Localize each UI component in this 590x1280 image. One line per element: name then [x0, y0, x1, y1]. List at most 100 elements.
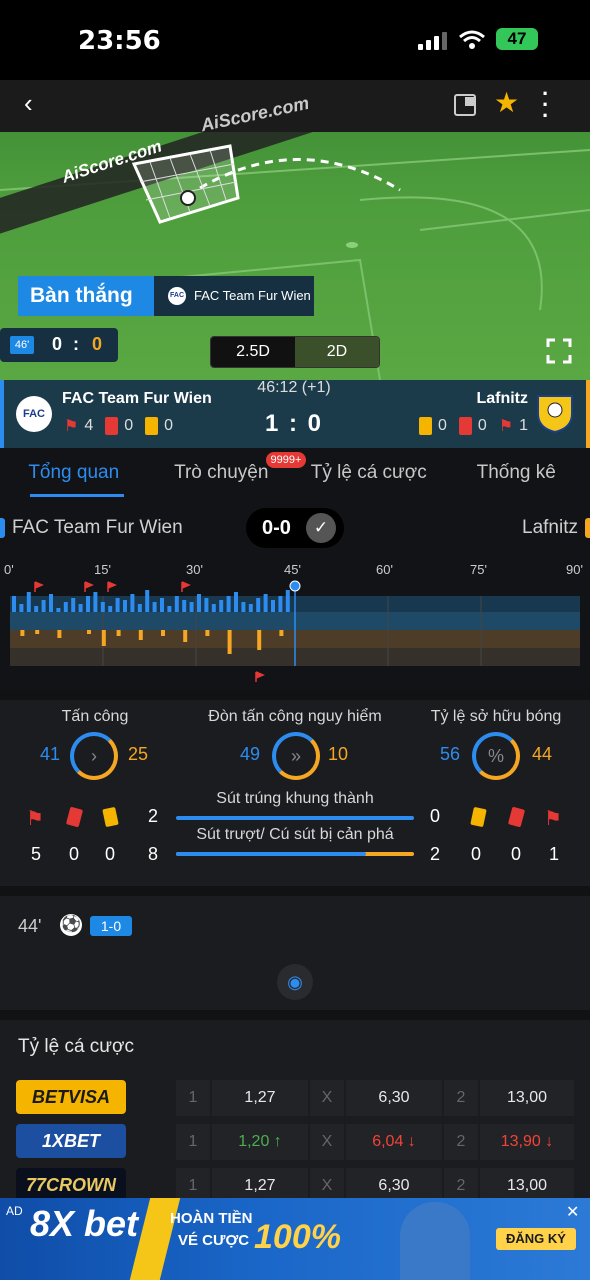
momentum-bar-home: [108, 606, 113, 612]
fullscreen-icon[interactable]: [546, 338, 572, 364]
possession-percent-icon: %: [472, 732, 520, 780]
odds-trend-icon: ↓: [545, 1133, 554, 1150]
tab-overview-label: Tổng quan: [28, 462, 120, 483]
favorite-star-icon[interactable]: ★: [494, 86, 519, 119]
wifi-icon: [459, 30, 485, 49]
attack-chevron-icon: ›: [70, 732, 118, 780]
momentum-bar-home: [63, 602, 68, 612]
away-yellow: 0: [437, 417, 447, 434]
odds-trend-icon: ↓: [407, 1133, 416, 1150]
ad-banner[interactable]: AD 8X bet HOÀN TIỀN VÉ CƯỢC 100% ĐĂNG KÝ…: [0, 1198, 590, 1280]
ad-register-button[interactable]: ĐĂNG KÝ: [496, 1228, 576, 1250]
odds-away[interactable]: 13,90 ↓: [480, 1124, 574, 1160]
tab-odds[interactable]: Tỷ lệ cá cược: [295, 448, 443, 500]
momentum-bar-home: [34, 606, 39, 612]
momentum-bar-home: [152, 602, 157, 612]
momentum-bar-home: [160, 598, 164, 612]
yellow-card-icon: [145, 417, 159, 435]
odds-home-value: 1,27: [244, 1177, 276, 1194]
odds-key-x: X: [310, 1124, 344, 1160]
corner-flag-icon: [84, 581, 94, 592]
tab-chat-label: Trò chuyện: [174, 462, 269, 483]
odds-draw[interactable]: 6,04 ↓: [346, 1124, 442, 1160]
pip-icon[interactable]: [454, 94, 476, 116]
tab-chat[interactable]: Trò chuyện 9999+: [148, 448, 307, 500]
attack-home: 41: [39, 744, 61, 764]
watermark-top: AiScore.com: [199, 92, 311, 136]
momentum-bar-home: [263, 594, 268, 612]
goal-event-team: FAC FAC Team Fur Wien: [154, 276, 314, 316]
momentum-bar-home: [204, 598, 209, 612]
odds-key-2: 2: [444, 1080, 478, 1116]
view-25d-button[interactable]: 2.5D: [211, 337, 295, 367]
bookmaker-logo: 1XBET: [16, 1124, 126, 1158]
team-logo-icon: FAC: [168, 287, 186, 305]
momentum-bar-away: [20, 630, 25, 636]
momentum-bar-home: [182, 600, 187, 612]
halftime-score-pill: 0-0 ✓: [246, 508, 344, 548]
back-icon[interactable]: ‹: [24, 88, 33, 119]
odds-home[interactable]: 1,20 ↑: [212, 1124, 308, 1160]
goal-event-banner: Bàn thắng: [18, 276, 154, 316]
odds-trend-icon: ↑: [273, 1133, 282, 1150]
momentum-bar-away: [161, 630, 165, 636]
momentum-bar-away: [35, 630, 40, 634]
away-team-logo: [537, 395, 573, 434]
momentum-bar-home: [137, 604, 142, 612]
odds-key-1: 1: [176, 1080, 210, 1116]
signal-icon: [418, 32, 447, 50]
status-time: 23:56: [78, 26, 161, 56]
home-corners-total: 5: [30, 844, 41, 864]
possession-home: 56: [439, 744, 461, 764]
away-marker: [585, 518, 590, 538]
momentum-bar-home: [26, 592, 31, 612]
momentum-bar-away: [279, 630, 284, 636]
momentum-bar-home: [145, 590, 150, 612]
momentum-bar-home: [189, 602, 194, 612]
away-red: 0: [477, 417, 487, 434]
timeline-home-name: FAC Team Fur Wien: [12, 517, 183, 538]
momentum-bar-home: [278, 596, 283, 612]
odds-row[interactable]: BETVISA 1 1,27 X 6,30 2 13,00: [16, 1080, 574, 1116]
home-team-stats: ⚑ 4 0 0: [64, 416, 173, 436]
tab-overview[interactable]: Tổng quan: [0, 448, 148, 500]
halftime-score: 0-0: [262, 517, 291, 539]
tab-stats[interactable]: Thống kê: [443, 448, 590, 500]
odds-row[interactable]: 1XBET 1 1,20 ↑ X 6,04 ↓ 2 13,90 ↓: [16, 1124, 574, 1160]
event-score-badge: 1-0: [90, 916, 132, 936]
dangerous-chevrons-icon: »: [272, 732, 320, 780]
tick-0: 0': [4, 562, 14, 577]
possession-label: Tỷ lệ sở hữu bóng: [430, 708, 562, 725]
away-corners-total: 1: [548, 844, 559, 864]
odds-home[interactable]: 1,27: [212, 1080, 308, 1116]
view-2d-button[interactable]: 2D: [295, 337, 379, 367]
momentum-bar-away: [205, 630, 210, 636]
odds-draw-value: 6,30: [378, 1177, 410, 1194]
corner-flag-icon: ⚑: [64, 418, 79, 435]
active-tab-indicator: [30, 494, 124, 497]
ad-close-icon[interactable]: ✕: [566, 1202, 579, 1222]
away-off-target: 2: [429, 844, 440, 864]
mini-home-score: 0: [52, 334, 63, 354]
red-card-icon: [65, 806, 84, 828]
momentum-bar-home: [167, 606, 172, 612]
momentum-bar-home: [248, 604, 253, 612]
away-red-total: 0: [510, 844, 521, 864]
home-team-name[interactable]: FAC Team Fur Wien: [62, 390, 212, 408]
odds-draw[interactable]: 6,30: [346, 1080, 442, 1116]
home-color-strip: [0, 380, 4, 448]
corner-flag-icon: ⚑: [498, 418, 514, 435]
odds-away[interactable]: 13,00: [480, 1080, 574, 1116]
odds-away-value: 13,90: [500, 1133, 541, 1150]
momentum-bar-home: [211, 604, 216, 612]
odds-title: Tỷ lệ cá cược: [18, 1036, 134, 1057]
whistle-icon: ◉: [277, 964, 313, 1000]
more-menu-icon[interactable]: · · ·: [542, 83, 549, 127]
battery-indicator: 47: [496, 28, 538, 50]
away-team-name[interactable]: Lafnitz: [476, 390, 528, 408]
momentum-bar-away: [116, 630, 121, 636]
momentum-bar-home: [115, 598, 120, 612]
odds-key-2: 2: [444, 1124, 478, 1160]
event-minute: 44': [18, 916, 42, 936]
momentum-bar-home: [12, 596, 16, 612]
